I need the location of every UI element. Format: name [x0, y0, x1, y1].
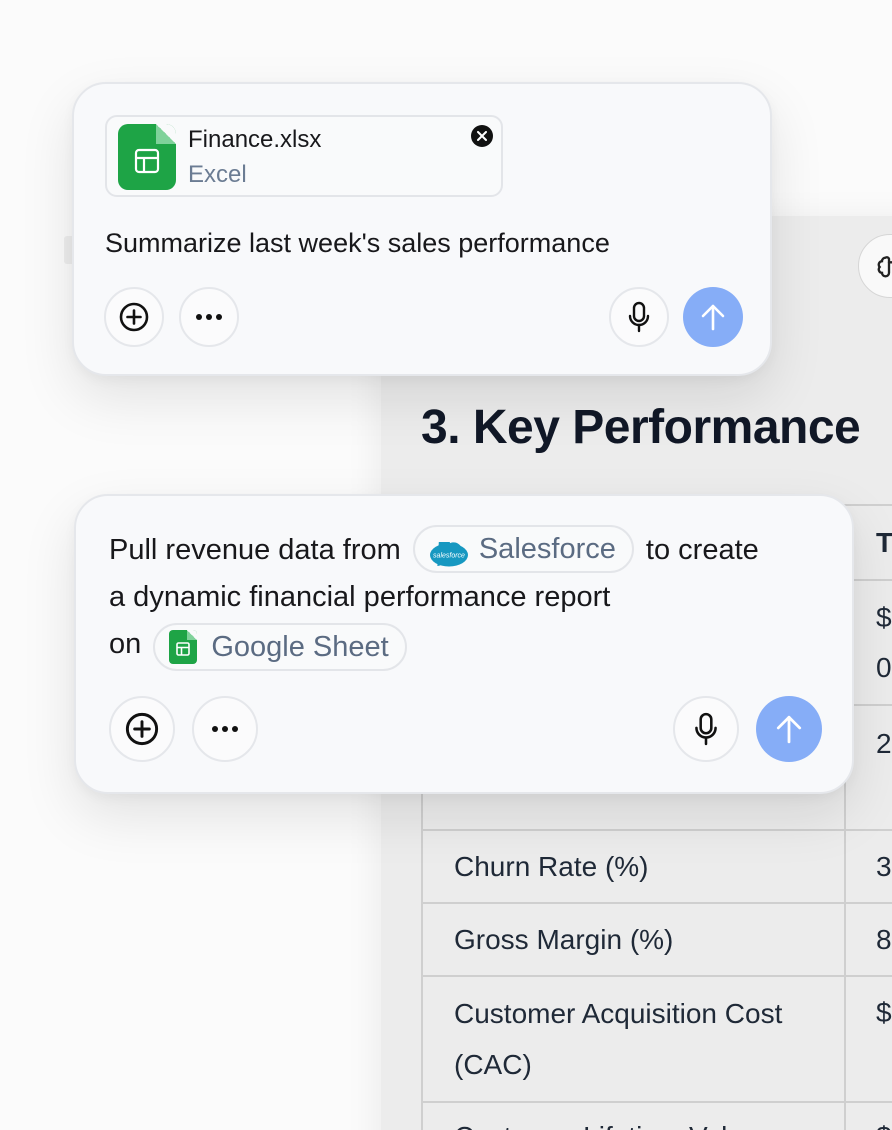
- google-sheets-icon: [169, 630, 198, 665]
- ellipsis-icon: [212, 726, 238, 732]
- composer-card-attachment: Finance.xlsx Excel Summarize last week's…: [72, 82, 772, 376]
- composer-card-integrations: Pull revenue data from salesforce Salesf…: [74, 494, 854, 794]
- brain-icon: [877, 256, 892, 278]
- salesforce-logo-text: salesforce: [433, 553, 465, 560]
- chip-label: Google Sheet: [211, 630, 389, 663]
- microphone-button[interactable]: [609, 287, 669, 347]
- add-button[interactable]: [109, 696, 175, 762]
- add-button[interactable]: [104, 287, 164, 347]
- table-cell-metric: Customer Acquisition Cost (CAC): [421, 975, 846, 1103]
- table-cell-metric: Customer Lifetime Value: [421, 1101, 846, 1130]
- microphone-button[interactable]: [673, 696, 739, 762]
- prompt-segment: Pull revenue data from: [109, 534, 401, 566]
- arrow-up-icon: [776, 715, 802, 744]
- prompt-line: a dynamic financial performance report: [109, 574, 839, 621]
- close-icon: [477, 131, 487, 141]
- table-row: Gross Margin (%) 8: [421, 902, 892, 977]
- prompt-segment: a dynamic financial performance report: [109, 581, 611, 613]
- plus-circle-icon: [119, 302, 149, 332]
- file-type: Excel: [188, 161, 247, 188]
- table-row: Churn Rate (%) 3: [421, 829, 892, 904]
- arrow-up-icon: [701, 304, 725, 331]
- file-attachment[interactable]: Finance.xlsx Excel: [105, 115, 503, 197]
- stage: 3. Key Performance T $ 0 2 Churn Rate (%…: [0, 0, 892, 1130]
- table-cell-value: $: [844, 975, 892, 1103]
- prompt-text[interactable]: Summarize last week's sales performance: [105, 228, 610, 259]
- salesforce-chip[interactable]: salesforce Salesforce: [412, 525, 634, 574]
- google-sheet-chip[interactable]: Google Sheet: [153, 623, 407, 672]
- prompt-line: on Google Sheet: [109, 621, 839, 672]
- ellipsis-icon: [196, 314, 222, 320]
- prompt-text[interactable]: Pull revenue data from salesforce Salesf…: [109, 525, 839, 672]
- table-cell-value: 3: [844, 829, 892, 904]
- spreadsheet-icon: [118, 124, 176, 190]
- file-name: Finance.xlsx: [188, 126, 322, 153]
- microphone-icon: [695, 712, 717, 746]
- table-row: Customer Acquisition Cost (CAC) $: [421, 975, 892, 1103]
- send-button[interactable]: [756, 696, 822, 762]
- prompt-segment: to create: [645, 534, 759, 566]
- table-row: Customer Lifetime Value $: [421, 1101, 892, 1130]
- chip-label: Salesforce: [478, 532, 616, 565]
- send-button[interactable]: [683, 287, 743, 347]
- table-cell-value: 8: [844, 902, 892, 977]
- more-options-button[interactable]: [179, 287, 239, 347]
- table-cell-value: $: [844, 1101, 892, 1130]
- table-cell-metric: Churn Rate (%): [421, 829, 846, 904]
- prompt-segment: on: [109, 628, 142, 660]
- microphone-icon: [628, 301, 650, 333]
- salesforce-icon: salesforce: [429, 536, 469, 567]
- document-heading: 3. Key Performance: [421, 401, 861, 454]
- remove-attachment-button[interactable]: [471, 125, 493, 147]
- more-options-button[interactable]: [192, 696, 258, 762]
- prompt-line: Pull revenue data from salesforce Salesf…: [109, 525, 839, 574]
- plus-circle-icon: [125, 712, 159, 746]
- table-cell-metric: Gross Margin (%): [421, 902, 846, 977]
